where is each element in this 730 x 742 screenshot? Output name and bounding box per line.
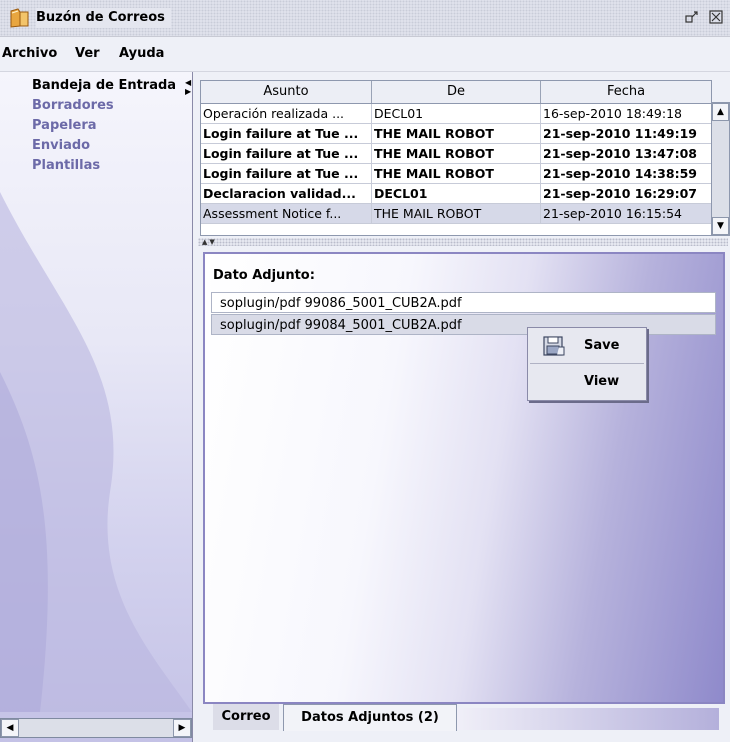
column-fecha[interactable]: Fecha (541, 81, 711, 103)
attachments-panel: Dato Adjunto: soplugin/pdf 99086_5001_CU… (203, 252, 725, 704)
folder-bandeja-entrada[interactable]: Bandeja de Entrada (32, 78, 176, 93)
bottom-tabs: Correo Datos Adjuntos (2) (203, 702, 721, 732)
split-divider[interactable] (198, 238, 728, 246)
attachments-label: Dato Adjunto: (213, 268, 315, 283)
cell-de: THE MAIL ROBOT (372, 144, 541, 163)
table-row[interactable]: Login failure at Tue ... THE MAIL ROBOT … (201, 164, 711, 184)
scroll-left-icon[interactable]: ◀ (1, 719, 19, 737)
cell-fecha: 16-sep-2010 18:49:18 (541, 104, 711, 123)
save-label: Save (584, 338, 620, 353)
folder-horizontal-scrollbar[interactable]: ◀ ▶ (0, 718, 192, 738)
tab-datos-adjuntos[interactable]: Datos Adjuntos (2) (283, 704, 457, 731)
folder-panel: Bandeja de Entrada Borradores Papelera E… (0, 72, 193, 742)
message-table: Asunto De Fecha Operación realizada ... … (200, 80, 712, 236)
folder-borradores[interactable]: Borradores (32, 98, 114, 113)
message-area: Asunto De Fecha Operación realizada ... … (198, 72, 730, 742)
close-icon[interactable] (708, 9, 724, 25)
cell-de: THE MAIL ROBOT (372, 164, 541, 183)
tabs-background (457, 708, 719, 730)
folder-papelera[interactable]: Papelera (32, 118, 97, 133)
cell-de: DECL01 (372, 184, 541, 203)
context-save-item[interactable]: Save (528, 329, 646, 363)
cell-asunto: Assessment Notice f... (201, 204, 372, 223)
menu-ver[interactable]: Ver (75, 46, 100, 61)
list-item[interactable]: soplugin/pdf 99086_5001_CUB2A.pdf (211, 292, 716, 313)
table-vertical-scrollbar[interactable]: ▲ ▼ (711, 102, 730, 236)
table-row[interactable]: Login failure at Tue ... THE MAIL ROBOT … (201, 124, 711, 144)
scroll-down-icon[interactable]: ▼ (712, 217, 729, 235)
cell-de: THE MAIL ROBOT (372, 124, 541, 143)
folder-plantillas[interactable]: Plantillas (32, 158, 100, 173)
cell-de: THE MAIL ROBOT (372, 204, 541, 223)
folder-enviado[interactable]: Enviado (32, 138, 90, 153)
context-menu: Save View (527, 327, 647, 401)
menu-ayuda[interactable]: Ayuda (119, 46, 164, 61)
column-asunto[interactable]: Asunto (201, 81, 372, 103)
table-row[interactable]: Declaracion validad... DECL01 21-sep-201… (201, 184, 711, 204)
scroll-up-icon[interactable]: ▲ (712, 103, 729, 121)
divider-arrows-icon[interactable]: ▲▼ (202, 238, 217, 246)
mail-window: Buzón de Correos Archivo Ver Ayuda Bande… (0, 0, 730, 742)
window-title: Buzón de Correos (36, 8, 171, 28)
menu-bar: Archivo Ver Ayuda (0, 37, 730, 72)
save-disk-icon (542, 335, 566, 360)
split-pane-arrows[interactable]: ◀ ▶ (185, 78, 193, 106)
cell-fecha: 21-sep-2010 16:29:07 (541, 184, 711, 203)
context-view-item[interactable]: View (528, 365, 646, 399)
view-label: View (584, 374, 620, 389)
cell-asunto: Operación realizada ... (201, 104, 372, 123)
cell-de: DECL01 (372, 104, 541, 123)
menu-archivo[interactable]: Archivo (2, 46, 57, 61)
folder-book-icon (8, 8, 30, 28)
tab-correo[interactable]: Correo (213, 704, 279, 730)
table-row-selected[interactable]: Assessment Notice f... THE MAIL ROBOT 21… (201, 204, 711, 224)
table-header: Asunto De Fecha (201, 81, 711, 104)
cell-fecha: 21-sep-2010 11:49:19 (541, 124, 711, 143)
scroll-right-icon[interactable]: ▶ (173, 719, 191, 737)
cell-asunto: Login failure at Tue ... (201, 124, 372, 143)
table-row[interactable]: Login failure at Tue ... THE MAIL ROBOT … (201, 144, 711, 164)
context-separator (530, 363, 644, 364)
column-de[interactable]: De (372, 81, 541, 103)
restore-icon[interactable] (684, 9, 700, 25)
cell-asunto: Declaracion validad... (201, 184, 372, 203)
cell-asunto: Login failure at Tue ... (201, 164, 372, 183)
title-bar[interactable]: Buzón de Correos (0, 0, 730, 37)
cell-fecha: 21-sep-2010 16:15:54 (541, 204, 711, 223)
cell-fecha: 21-sep-2010 14:38:59 (541, 164, 711, 183)
cell-asunto: Login failure at Tue ... (201, 144, 372, 163)
table-row[interactable]: Operación realizada ... DECL01 16-sep-20… (201, 104, 711, 124)
cell-fecha: 21-sep-2010 13:47:08 (541, 144, 711, 163)
